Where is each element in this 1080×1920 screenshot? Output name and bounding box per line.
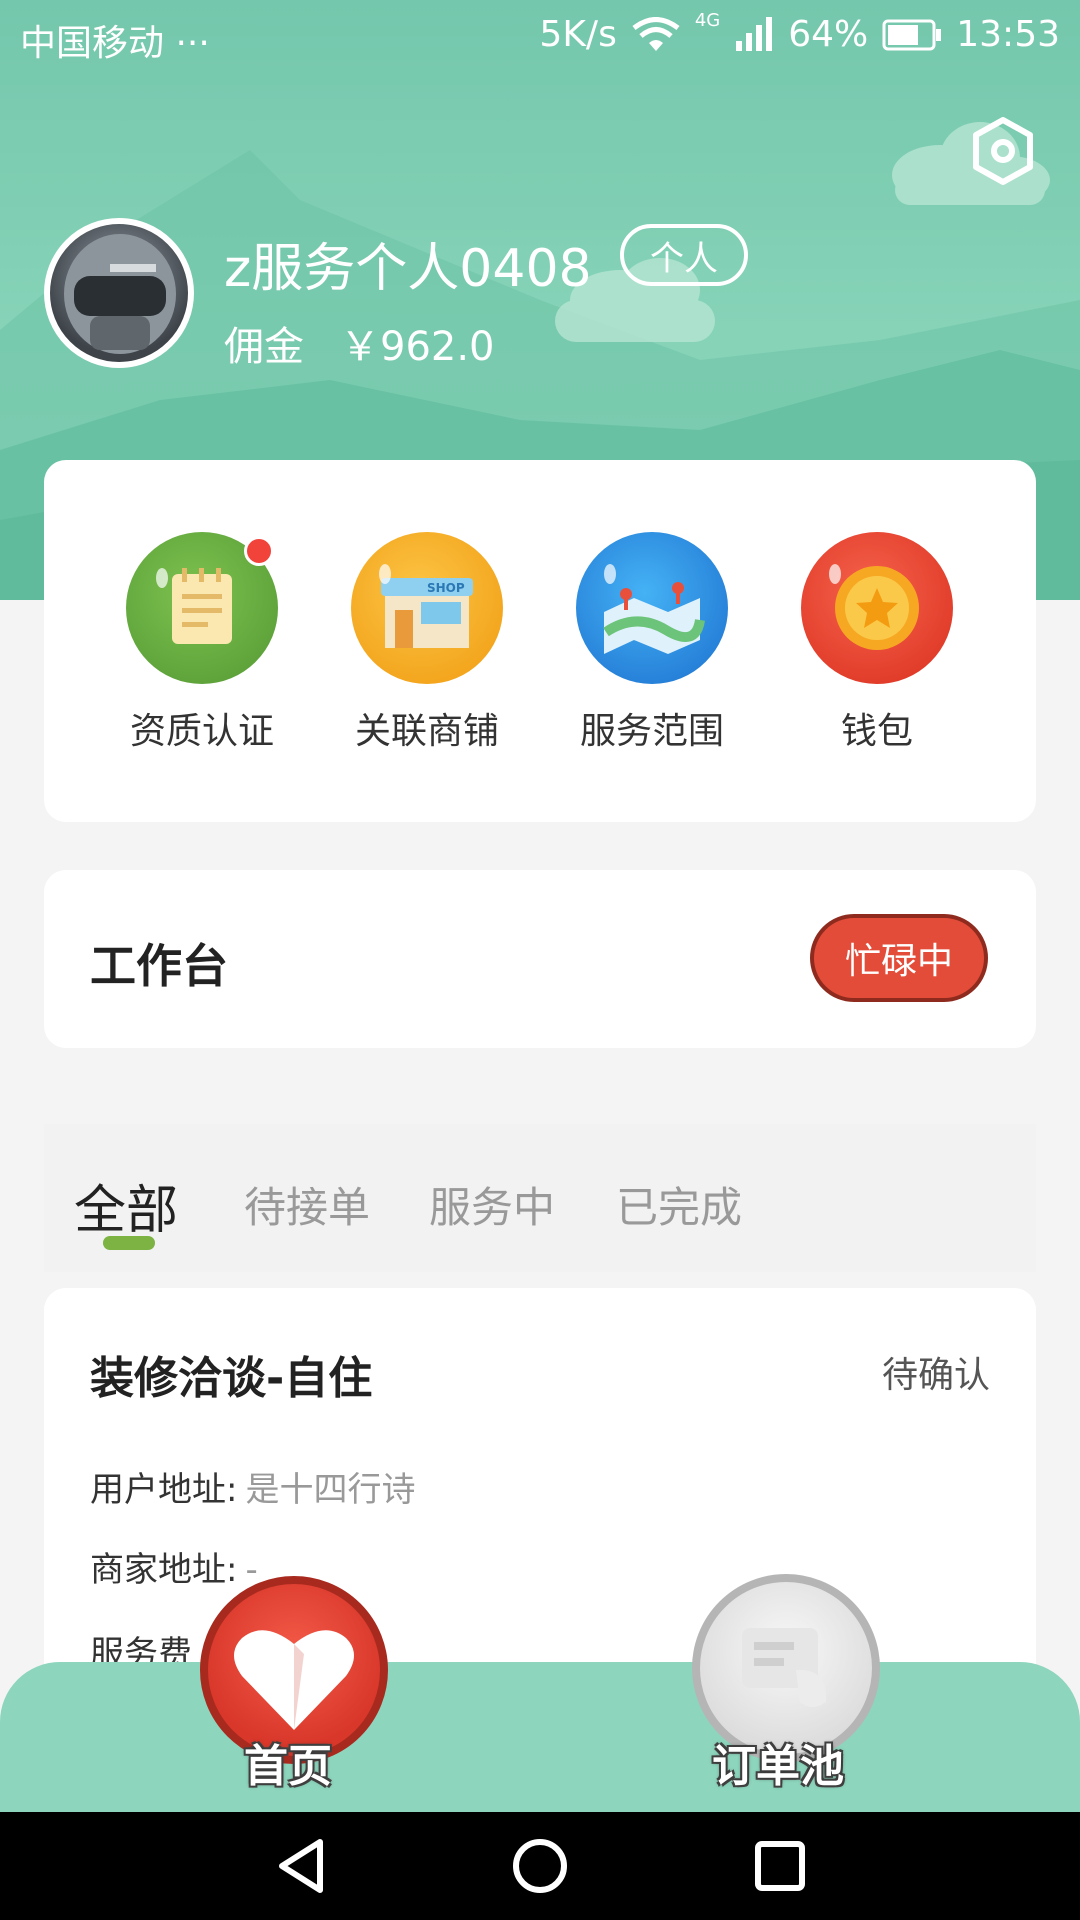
order-tabs: 全部 待接单 服务中 已完成 [44,1124,1036,1272]
quick-actions-card: 资质认证 SHOP 关联商铺 服务范围 钱包 [44,460,1036,822]
tab-all[interactable]: 全部 [74,1168,178,1243]
quick-action-wallet[interactable]: 钱包 [777,532,977,754]
workbench-title: 工作台 [90,939,228,993]
wifi-icon [632,16,680,51]
shop-icon: SHOP [351,532,503,684]
map-icon [576,532,728,684]
svg-text:SHOP: SHOP [427,581,465,595]
clock: 13:53 [956,14,1060,55]
user-address-value: 是十四行诗 [245,1470,416,1510]
quick-action-label: 服务范围 [579,711,724,752]
bottom-tab-bar [0,1662,1080,1812]
avatar[interactable] [44,218,194,368]
helmet-avatar-icon [64,234,176,354]
quick-action-label: 钱包 [840,711,913,752]
user-address-row: 用户地址: 是十四行诗 [90,1462,415,1511]
recents-icon[interactable] [748,1834,812,1898]
workbench-card: 工作台 忙碌中 [44,870,1036,1048]
certificate-icon [126,532,278,684]
quick-action-certification[interactable]: 资质认证 [102,532,302,754]
commission: 佣金 ￥962.0 [224,314,495,372]
user-address-label: 用户地址: [90,1470,238,1510]
battery-icon [882,19,942,50]
carrier-label: 中国移动 ··· [20,23,210,64]
quick-action-label: 资质认证 [129,711,274,752]
order-title: 装修洽谈-自住 [90,1353,373,1404]
tab-completed[interactable]: 已完成 [616,1174,742,1235]
network-type: 4G [694,10,721,31]
active-tab-indicator [103,1236,155,1250]
tab-in-service[interactable]: 服务中 [429,1174,555,1235]
quick-action-label: 关联商铺 [354,711,499,752]
order-status: 待确认 [881,1355,990,1396]
system-nav-bar [0,1812,1080,1920]
home-tab-label[interactable]: 首页 [244,1730,332,1794]
home-icon[interactable] [508,1834,572,1898]
order-pool-tab-label[interactable]: 订单池 [712,1730,844,1794]
settings-hexagon-icon [973,117,1033,185]
tab-pending-accept[interactable]: 待接单 [244,1174,370,1235]
commission-label: 佣金 [224,324,304,370]
back-icon[interactable] [270,1834,334,1898]
quick-action-linked-shop[interactable]: SHOP 关联商铺 [327,532,527,754]
receipt-icon [742,1628,827,1707]
notification-dot [244,536,274,566]
network-speed: 5K/s [539,14,617,55]
wallet-coin-icon [801,532,953,684]
battery-percent: 64% [788,14,869,55]
signal-icon [736,16,773,51]
status-bar: 中国移动 ··· 5K/s 4G 64% 13:53 [0,0,1080,72]
commission-amount: ￥962.0 [340,324,495,370]
account-type-tag: 个人 [620,224,748,286]
quick-action-service-area[interactable]: 服务范围 [552,532,752,754]
busy-status-button[interactable]: 忙碌中 [810,914,988,1002]
settings-button[interactable] [968,116,1038,186]
username: z服务个人0408 [224,239,592,299]
order-card[interactable]: 装修洽谈-自住 待确认 用户地址:是十四行诗 商家地址:- 服务费 0 [44,1288,1036,1708]
